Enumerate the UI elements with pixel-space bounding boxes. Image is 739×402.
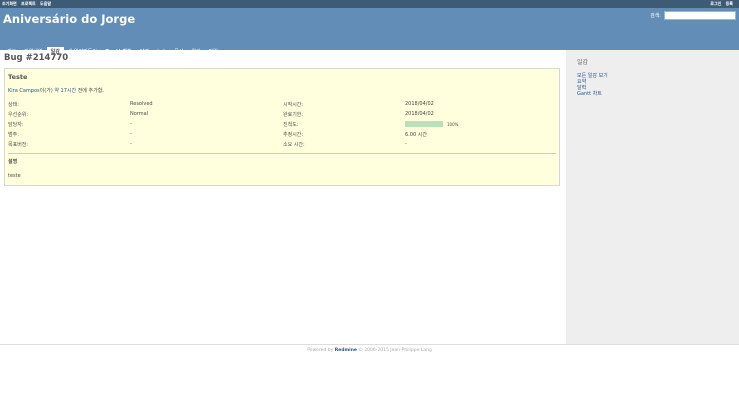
top-menu-home[interactable]: 조기화면 <box>2 1 17 6</box>
author-suffix: 이(가) <box>39 88 53 94</box>
category-label: 범주: <box>8 132 19 138</box>
main-content: Bug #214770 Teste Kira Campos이(가) 약 17시간… <box>0 50 566 344</box>
project-title[interactable]: Aniversário do Jorge <box>3 12 135 26</box>
top-menu-projects[interactable]: 프로젝트 <box>21 1 36 6</box>
login-link[interactable]: 로그인 <box>710 1 721 6</box>
top-menu: 조기화면 프로젝트 도움말 로그인 등록 <box>0 0 739 8</box>
footer-copyright: © 2006-2015 Jean-Philippe Lang <box>358 348 432 353</box>
version-label: 목표버전: <box>8 142 29 148</box>
description-text: teste <box>8 173 21 179</box>
top-menu-left: 조기화면 프로젝트 도움말 <box>2 0 54 8</box>
progress-cell: 100% <box>405 121 556 131</box>
redmine-link[interactable]: Redmine <box>335 348 357 353</box>
table-row: 상태: Resolved 시작시간: 2018/04/02 <box>8 101 556 111</box>
spent-time-value: - <box>405 141 407 147</box>
status-value: Resolved <box>130 101 153 107</box>
age-link[interactable]: 약 17시간 <box>54 88 76 94</box>
spent-time-label: 소요 시간: <box>283 142 305 148</box>
author-link[interactable]: Kira Campos <box>8 88 40 94</box>
progress-bar <box>405 121 443 127</box>
assignee-label: 담당자: <box>8 122 24 128</box>
priority-value: Normal <box>130 111 149 117</box>
sidebar-title: 일감 <box>577 59 589 66</box>
start-date-value: 2018/04/02 <box>405 101 434 107</box>
header: Aniversário do Jorge 검색: 개요 작업내역 일감 새 일감… <box>0 8 739 58</box>
footer: Powered by Redmine © 2006-2015 Jean-Phil… <box>0 344 739 358</box>
estimate-value: 6.00 시간 <box>405 132 427 138</box>
progress-label: 진척도: <box>283 122 299 128</box>
quick-search: 검색: <box>650 11 736 20</box>
register-link[interactable]: 등록 <box>726 1 733 6</box>
version-value: - <box>130 141 132 147</box>
due-date-value: 2018/04/02 <box>405 111 434 117</box>
issue-details: Teste Kira Campos이(가) 약 17시간 전에 추가함. 상태:… <box>4 68 560 186</box>
footer-prefix: Powered by <box>307 348 334 353</box>
sidebar-link-gantt[interactable]: Gantt 차트 <box>577 91 728 97</box>
issue-author-line: Kira Campos이(가) 약 17시간 전에 추가함. <box>8 87 556 94</box>
description-label: 설명 <box>8 159 18 165</box>
search-input[interactable] <box>664 11 736 20</box>
issue-subject: Teste <box>8 73 28 81</box>
progress-percent: 100% <box>447 121 459 127</box>
table-row: 우선순위: Normal 완료기한: 2018/04/02 <box>8 111 556 121</box>
assignee-value: - <box>130 121 132 127</box>
top-menu-help[interactable]: 도움말 <box>40 1 51 6</box>
table-row: 범주: - 추정시간: 6.00 시간 <box>8 131 556 141</box>
divider <box>8 153 556 154</box>
status-label: 상태: <box>8 102 19 108</box>
table-row: 담당자: - 진척도: 100% <box>8 121 556 131</box>
search-label[interactable]: 검색: <box>650 12 661 19</box>
sidebar: 일감 모든 일감 보기 요약 달력 Gantt 차트 <box>566 50 739 344</box>
due-date-label: 완료기한: <box>283 112 304 118</box>
category-value: - <box>130 131 132 137</box>
estimate-label: 추정시간: <box>283 132 304 138</box>
issue-heading: Bug #214770 <box>4 53 69 63</box>
table-row: 목표버전: - 소요 시간: - <box>8 141 556 151</box>
attributes-table: 상태: Resolved 시작시간: 2018/04/02 우선순위: Norm… <box>8 101 556 151</box>
progress-indicator: 100% <box>405 121 458 127</box>
start-date-label: 시작시간: <box>283 102 304 108</box>
age-suffix: 전에 추가함. <box>77 88 104 94</box>
priority-label: 우선순위: <box>8 112 29 118</box>
top-menu-right: 로그인 등록 <box>710 0 736 8</box>
